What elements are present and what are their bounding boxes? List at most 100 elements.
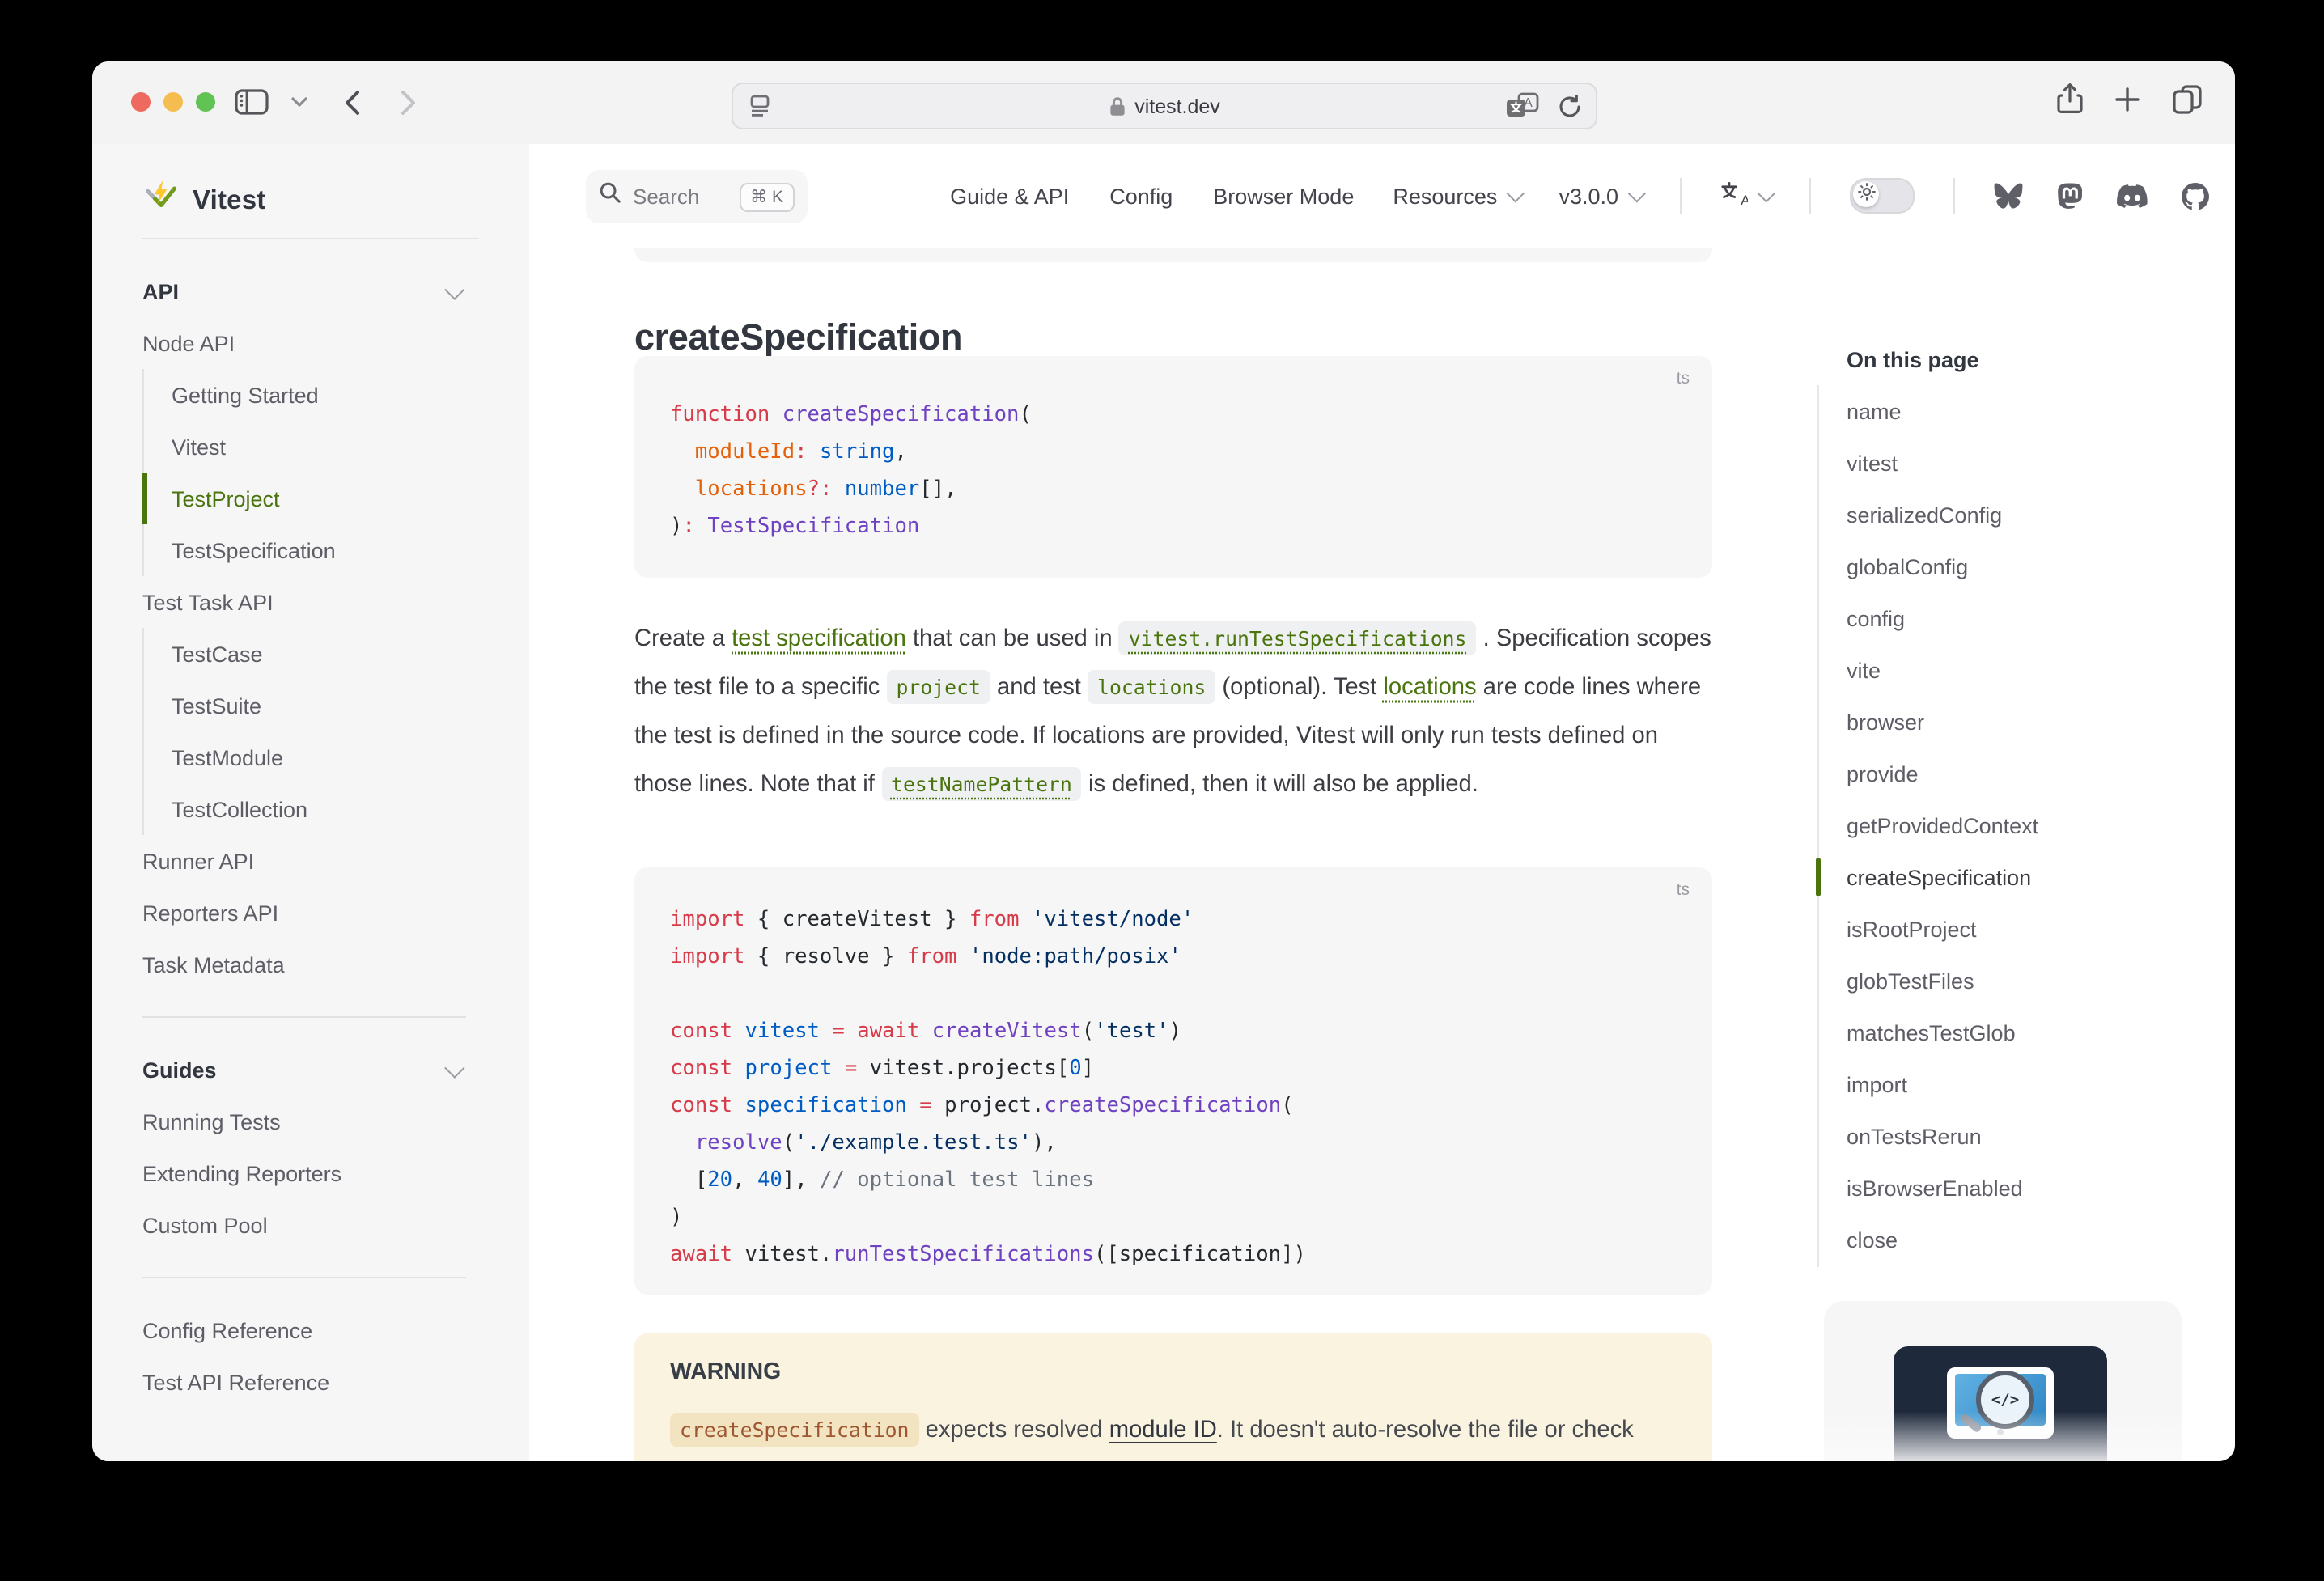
nav-link[interactable]: Browser Mode: [1213, 184, 1354, 208]
header-divider: [1953, 178, 1955, 214]
sidebar-item[interactable]: TestSuite: [142, 680, 466, 731]
close-window-button[interactable]: [131, 92, 151, 112]
github-icon[interactable]: [2182, 182, 2209, 210]
vitest-brand[interactable]: Vitest: [142, 178, 265, 223]
page-title: createSpecification: [634, 317, 962, 359]
search-label: Search: [633, 184, 699, 209]
sidebar-item[interactable]: API: [142, 265, 466, 317]
sidebar-item[interactable]: Reporters API: [142, 887, 466, 939]
inline-link[interactable]: locations: [1383, 675, 1476, 701]
forward-icon[interactable]: [400, 88, 418, 116]
outline-item[interactable]: globalConfig: [1847, 540, 2219, 592]
vitest-logo-icon: [142, 178, 180, 223]
outline-item[interactable]: matchesTestGlob: [1847, 1007, 2219, 1058]
zoom-window-button[interactable]: [196, 92, 215, 112]
new-tab-icon[interactable]: [2114, 85, 2141, 112]
outline-item[interactable]: provide: [1847, 748, 2219, 799]
chevron-down-icon: [444, 278, 464, 299]
code-lines: function createSpecification( moduleId: …: [670, 396, 1677, 545]
inline-link[interactable]: test specification: [732, 625, 906, 651]
sidebar-toggle-icon[interactable]: [235, 89, 269, 115]
back-icon[interactable]: [343, 88, 361, 116]
url-text[interactable]: vitest.dev: [1134, 95, 1220, 117]
sidebar-item[interactable]: Test Task API: [142, 576, 466, 628]
outline-item[interactable]: serializedConfig: [1847, 489, 2219, 540]
screenshot-stage: vitest.dev A: [0, 0, 2324, 1581]
inline-link[interactable]: testNamePattern: [881, 767, 1082, 801]
outline-item[interactable]: browser: [1847, 696, 2219, 748]
sidebar-item[interactable]: Guides: [142, 1044, 466, 1096]
chevron-down-icon[interactable]: [291, 96, 307, 108]
sidebar-item[interactable]: Node API: [142, 317, 466, 369]
sidebar-item[interactable]: [142, 1251, 466, 1304]
example-code-block[interactable]: ts import { createVitest } from 'vitest/…: [634, 867, 1712, 1295]
warning-callout: WARNING createSpecification expects reso…: [634, 1333, 1712, 1461]
outline-item[interactable]: vite: [1847, 644, 2219, 696]
discord-icon[interactable]: [2117, 184, 2148, 208]
sidebar-item[interactable]: [142, 990, 466, 1044]
warning-text-line2: that it exists on the file system.: [670, 1456, 1677, 1461]
outline-item[interactable]: import: [1847, 1058, 2219, 1110]
sidebar-item[interactable]: TestProject: [142, 473, 466, 524]
nav-resources-menu[interactable]: Resources: [1393, 184, 1520, 208]
outline-item[interactable]: isRootProject: [1847, 903, 2219, 955]
version-menu[interactable]: v3.0.0: [1559, 184, 1641, 208]
sponsor-card[interactable]: </>: [1824, 1301, 2182, 1461]
docs-sidebar: Vitest API Node API Getting Started Vite…: [92, 144, 529, 1461]
signature-code-block[interactable]: ts function createSpecification( moduleI…: [634, 356, 1712, 578]
code-lang-badge: ts: [1677, 369, 1690, 388]
bluesky-icon[interactable]: [1994, 183, 2023, 209]
sidebar-item[interactable]: TestCase: [142, 628, 466, 680]
outline-item[interactable]: vitest: [1847, 437, 2219, 489]
mastodon-icon[interactable]: [2057, 182, 2083, 210]
search-button[interactable]: Search ⌘ K: [586, 170, 808, 223]
tabs-overview-icon[interactable]: [2172, 83, 2203, 114]
language-menu[interactable]: A: [1720, 180, 1771, 211]
chevron-down-icon: [444, 1057, 464, 1077]
outline-item[interactable]: name: [1847, 385, 2219, 437]
inline-link[interactable]: module ID: [1109, 1418, 1217, 1443]
sidebar-item[interactable]: TestCollection: [142, 783, 466, 835]
sidebar-item[interactable]: Task Metadata: [142, 939, 466, 990]
main-nav: Guide & API Config Browser Mode: [950, 184, 1354, 208]
browser-window: vitest.dev A: [92, 61, 2235, 1461]
minimize-window-button[interactable]: [163, 92, 183, 112]
outline-item[interactable]: createSpecification: [1847, 851, 2219, 903]
sidebar-item[interactable]: Runner API: [142, 835, 466, 887]
sidebar-item[interactable]: TestModule: [142, 731, 466, 783]
site-header: Search ⌘ K Guide & API Config Browser Mode…: [529, 144, 2235, 249]
nav-link[interactable]: Guide & API: [950, 184, 1069, 208]
outline-item[interactable]: getProvidedContext: [1847, 799, 2219, 851]
outline-item[interactable]: config: [1847, 592, 2219, 644]
sidebar-item[interactable]: Getting Started: [142, 369, 466, 421]
header-divider: [1680, 178, 1682, 214]
outline-item[interactable]: onTestsRerun: [1847, 1110, 2219, 1162]
sidebar-item[interactable]: Extending Reporters: [142, 1147, 466, 1199]
ad-fade-overlay: [1824, 1411, 2182, 1461]
language-icon: A: [1720, 180, 1748, 211]
sidebar-item[interactable]: Test API Reference: [142, 1356, 466, 1408]
theme-toggle[interactable]: [1850, 178, 1915, 214]
sidebar-item[interactable]: Custom Pool: [142, 1199, 466, 1251]
outline-item[interactable]: isBrowserEnabled: [1847, 1162, 2219, 1214]
window-controls: [131, 92, 215, 112]
chevron-down-icon: [1507, 184, 1525, 203]
chevron-down-icon: [1628, 184, 1647, 203]
header-divider: [1809, 178, 1811, 214]
theme-sun-icon: [1857, 180, 1875, 209]
share-icon[interactable]: [2057, 83, 2083, 115]
sidebar-item[interactable]: TestSpecification: [142, 524, 466, 576]
sidebar-item[interactable]: Config Reference: [142, 1304, 466, 1356]
sidebar-item[interactable]: Running Tests: [142, 1096, 466, 1147]
outline-list: name vitest serializedConfig globalConfi…: [1847, 385, 2219, 1265]
reload-icon[interactable]: [1557, 93, 1583, 119]
sidebar-item[interactable]: Vitest: [142, 421, 466, 473]
outline-item[interactable]: globTestFiles: [1847, 955, 2219, 1007]
translate-icon[interactable]: A: [1505, 92, 1541, 120]
inline-link[interactable]: vitest.runTestSpecifications: [1119, 621, 1477, 655]
outline-track: [1817, 385, 1819, 1267]
outline-item[interactable]: close: [1847, 1214, 2219, 1265]
lock-icon: [1109, 95, 1126, 117]
nav-link[interactable]: Config: [1109, 184, 1173, 208]
address-bar[interactable]: vitest.dev A: [732, 83, 1597, 129]
